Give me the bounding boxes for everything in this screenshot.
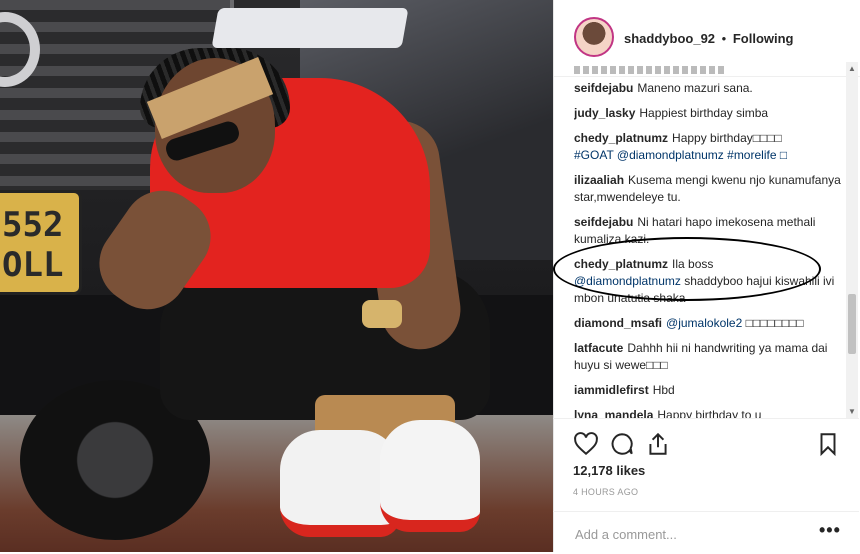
comment-hashtags[interactable]: #GOAT @diamondplatnumz #morelife □ (574, 148, 787, 162)
comment-username[interactable]: judy_lasky (574, 106, 635, 120)
scroll-up-arrow-icon[interactable]: ▲ (848, 64, 856, 73)
comment-item: lyna_mandela Happy birthday to u (574, 407, 844, 418)
avatar[interactable] (574, 17, 614, 57)
comment-text: Happy birthday□□□□ (672, 131, 782, 145)
person-shoe-right (380, 420, 480, 532)
comment-username[interactable]: latfacute (574, 341, 623, 355)
comments-scrollbar[interactable]: ▲ ▼ (846, 62, 858, 418)
comment-username[interactable]: seifdejabu (574, 81, 633, 95)
comment-item-highlighted: chedy_platnumz Ila boss @diamondplatnumz … (574, 256, 844, 307)
scrollbar-thumb[interactable] (848, 294, 856, 354)
following-button[interactable]: Following (733, 31, 794, 46)
comment-item: ilizaaliah Kusema mengi kwenu njo kunamuf… (574, 172, 844, 206)
comment-item: diamond_msafi @jumalokole2 □□□□□□□□ (574, 315, 844, 332)
comment-username[interactable]: ilizaaliah (574, 173, 624, 187)
username-link[interactable]: shaddyboo_92 (624, 31, 715, 46)
comment-username[interactable]: iammidlefirst (574, 383, 649, 397)
comment-username[interactable]: lyna_mandela (574, 408, 653, 418)
comment-text: Happiest birthday simba (639, 106, 769, 120)
comment-item (574, 66, 844, 74)
comments-list: seifdejabu Maneno mazuri sana. judy_lasky… (574, 66, 844, 418)
header-user-line: shaddyboo_92 • Following (624, 31, 794, 46)
heart-icon[interactable] (573, 431, 599, 457)
separator-dot: • (721, 31, 727, 46)
post-actions: 12,178 likes 4 HOURS AGO ••• (553, 418, 859, 552)
comment-item: iammidlefirst Hbd (574, 382, 844, 399)
license-plate: 552 OLL (0, 190, 82, 295)
comment-text: Happy birthday to u (657, 408, 762, 418)
comment-icon[interactable] (609, 431, 635, 457)
comment-text: Hbd (652, 383, 675, 397)
post-photo[interactable]: 552 OLL (0, 0, 553, 552)
comment-text: □□□□□□□□ (745, 316, 804, 330)
share-icon[interactable] (645, 431, 671, 457)
comment-item: latfacute Dahhh hii ni handwriting ya mam… (574, 340, 844, 374)
car-headlight (211, 8, 409, 48)
comment-text: Maneno mazuri sana. (637, 81, 753, 95)
comment-item: seifdejabu Ni hatari hapo imekosena metha… (574, 214, 844, 248)
comment-item: chedy_platnumz Happy birthday□□□□ #GOAT @… (574, 130, 844, 164)
comment-item: seifdejabu Maneno mazuri sana. (574, 80, 844, 97)
bookmark-icon[interactable] (815, 431, 841, 457)
person-watch (362, 300, 402, 328)
comment-username[interactable]: chedy_platnumz (574, 131, 668, 145)
comment-mention[interactable]: @jumalokole2 (666, 316, 742, 330)
comment-username[interactable]: diamond_msafi (574, 316, 662, 330)
likes-count[interactable]: 12,178 likes (573, 463, 645, 478)
comment-username[interactable]: chedy_platnumz (574, 257, 668, 271)
comment-text: Ila boss (672, 257, 714, 271)
add-comment-bar: ••• (553, 511, 859, 554)
more-options-icon[interactable]: ••• (819, 520, 841, 541)
scroll-down-arrow-icon[interactable]: ▼ (848, 407, 856, 416)
comment-mention[interactable]: @diamondplatnumz (574, 274, 681, 288)
comment-item: judy_lasky Happiest birthday simba (574, 105, 844, 122)
post-timestamp: 4 HOURS AGO (573, 487, 639, 497)
comment-username[interactable]: seifdejabu (574, 215, 633, 229)
comment-input[interactable] (573, 522, 797, 546)
